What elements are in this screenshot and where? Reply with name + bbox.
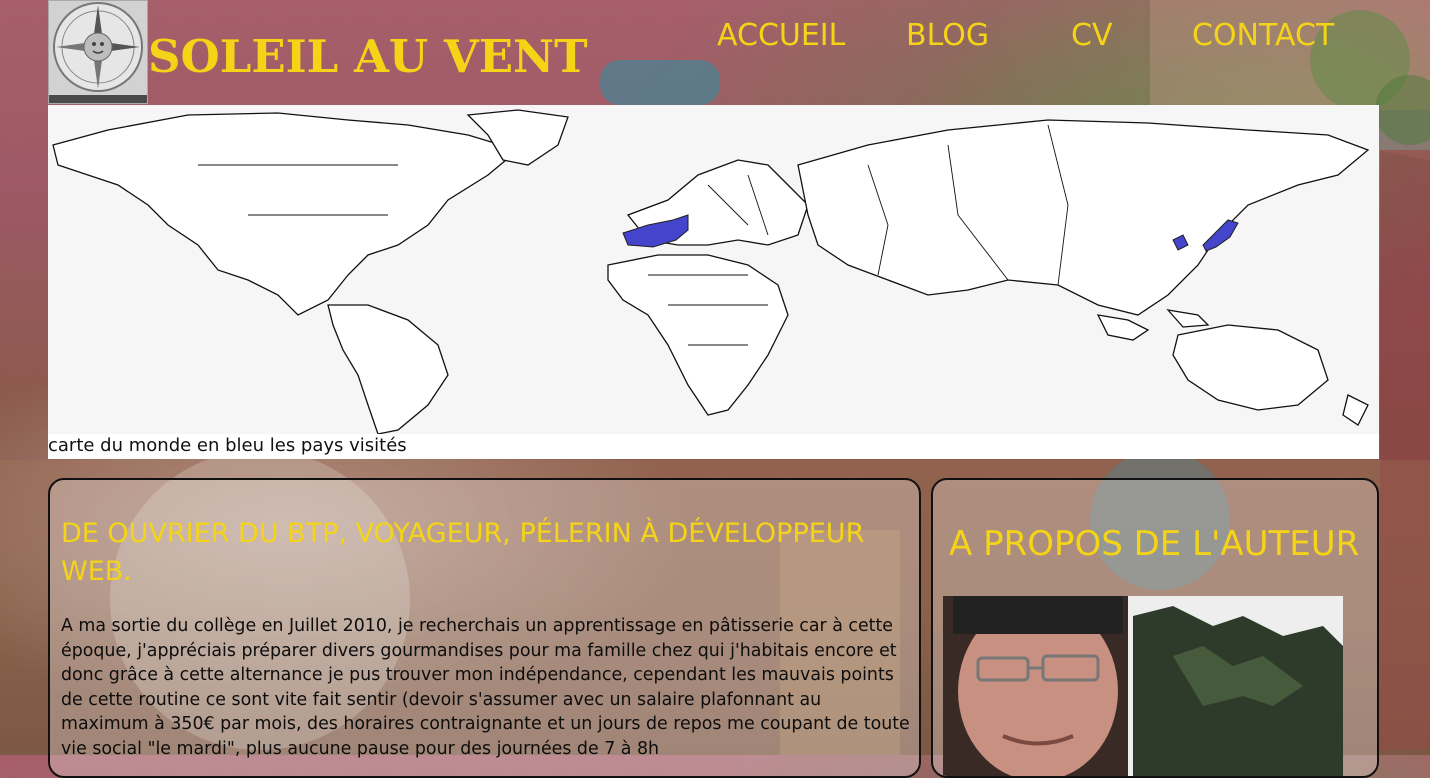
compass-icon — [49, 1, 147, 103]
nav-accueil[interactable]: ACCUEIL — [717, 18, 845, 53]
nav-blog[interactable]: BLOG — [906, 18, 989, 53]
article-body: A ma sortie du collège en Juillet 2010, … — [61, 616, 910, 759]
author-photo-image — [943, 596, 1343, 776]
compass-rose-logo[interactable] — [48, 0, 148, 104]
world-map — [48, 105, 1379, 434]
about-author-card: A propos de l'auteur — [931, 478, 1379, 778]
article-title: De ouvrier du BTP, voyageur, pélerin à d… — [61, 518, 865, 587]
site-title[interactable]: SOLEIL AU VENT — [148, 30, 588, 83]
map-caption: carte du monde en bleu les pays visités — [48, 435, 407, 456]
author-photo — [943, 596, 1343, 776]
article-card: De ouvrier du BTP, voyageur, pélerin à d… — [48, 478, 921, 778]
about-author-title: A propos de l'auteur — [949, 524, 1360, 564]
nav-contact[interactable]: CONTACT — [1192, 18, 1334, 53]
world-map-figure: carte du monde en bleu les pays visités — [48, 105, 1379, 459]
nav-cv[interactable]: CV — [1071, 18, 1112, 53]
